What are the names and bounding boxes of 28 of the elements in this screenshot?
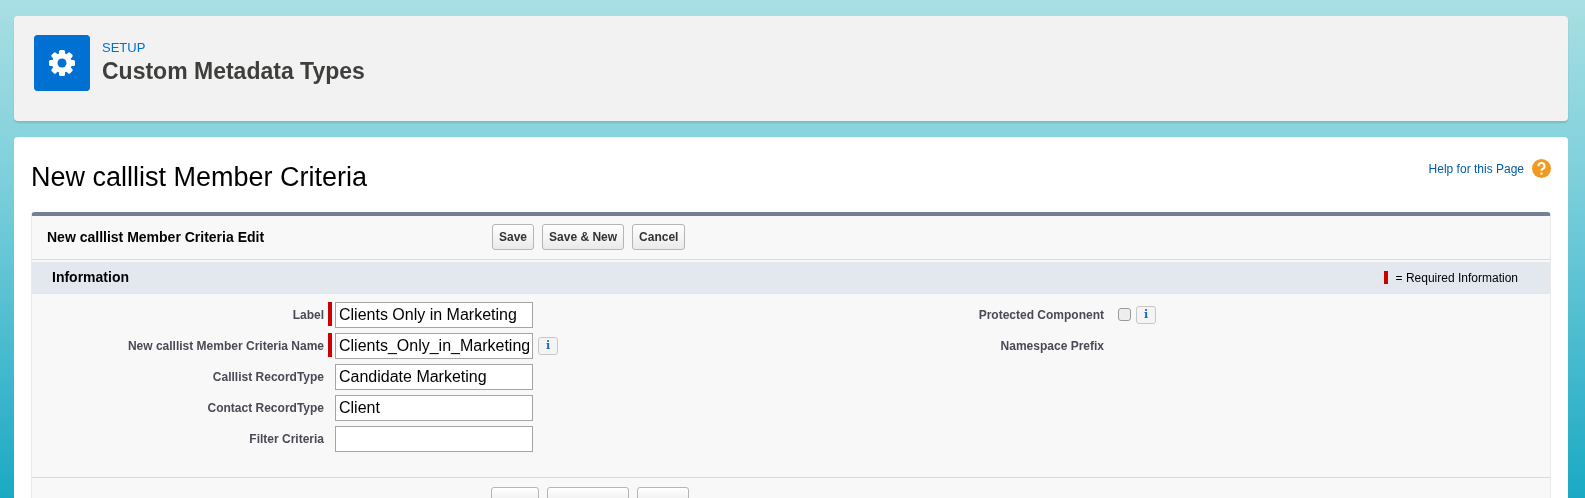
info-button[interactable]: i — [538, 336, 558, 355]
header-title: Custom Metadata Types — [102, 57, 365, 86]
required-marker — [1383, 271, 1388, 284]
form-button[interactable]: Cancel — [632, 224, 686, 250]
form-button[interactable]: Save — [492, 224, 535, 250]
section-title: New calllist Member Criteria Edit — [47, 227, 266, 247]
required-legend: = Required Information — [1395, 268, 1518, 287]
field-label: Contact RecordType — [206, 399, 324, 417]
field-label: Label — [291, 306, 324, 324]
section-title: Information — [52, 268, 129, 287]
info-button[interactable]: i — [1136, 305, 1156, 324]
gear-icon — [34, 35, 90, 91]
input-field[interactable]: Client — [335, 394, 533, 421]
field-label: New calllist Member Criteria Name — [126, 337, 324, 355]
breadcrumb: SETUP — [102, 39, 147, 57]
field-label: Filter Criteria — [248, 430, 324, 448]
field-label: Calllist RecordType — [211, 368, 324, 386]
page-title: New calllist Member Criteria — [31, 161, 368, 194]
input-field[interactable]: Candidate Marketing — [335, 363, 533, 390]
field-label: Namespace Prefix — [999, 337, 1104, 355]
form-button[interactable]: Save & New — [542, 224, 625, 250]
help-link[interactable]: Help for this Page — [1428, 159, 1524, 178]
input-field[interactable]: Clients_Only_in_Marketing — [335, 332, 533, 359]
field-label: Protected Component — [977, 306, 1104, 324]
help-icon — [1532, 159, 1551, 178]
input-field[interactable]: Clients Only in Marketing — [335, 301, 533, 328]
checkbox[interactable] — [1118, 307, 1131, 321]
input-field[interactable] — [335, 425, 533, 452]
